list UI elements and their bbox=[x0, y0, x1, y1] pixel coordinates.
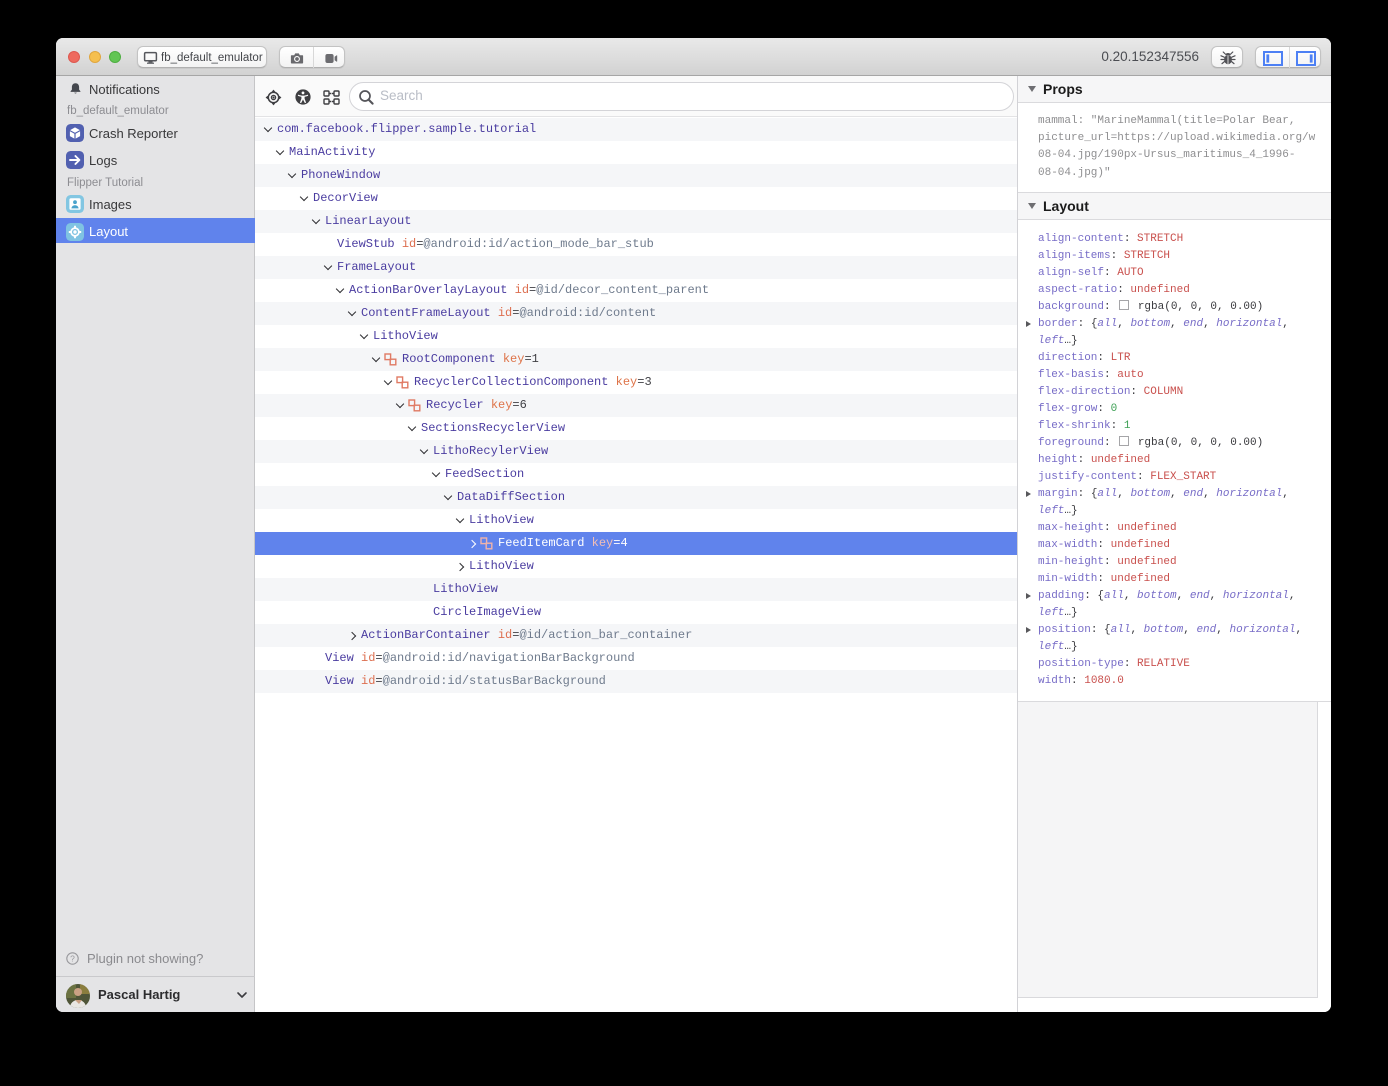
svg-text:?: ? bbox=[70, 953, 75, 963]
